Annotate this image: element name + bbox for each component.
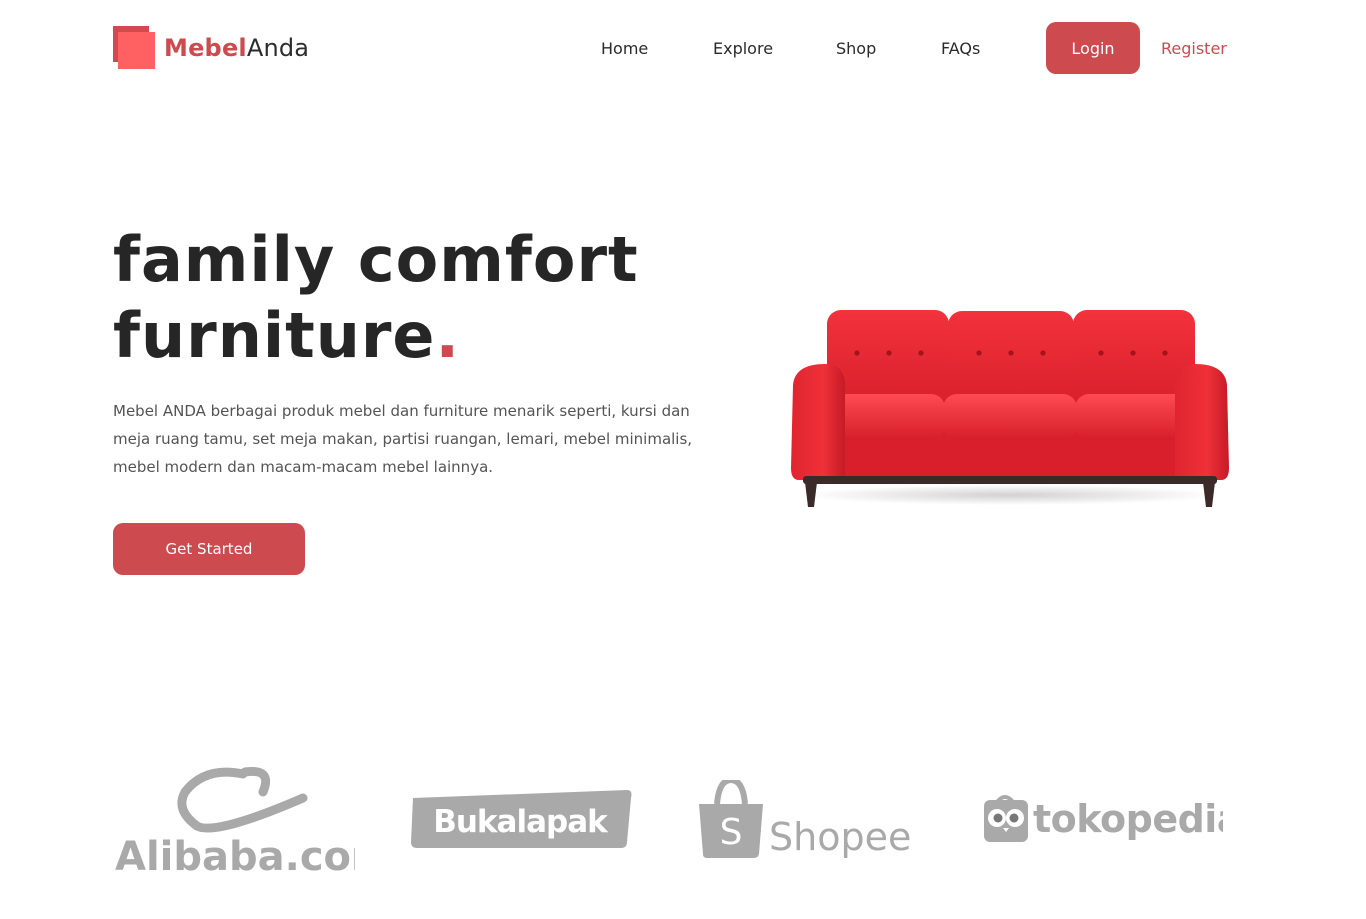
hero-title: family comfort furniture.: [113, 222, 639, 374]
hero-description: Mebel ANDA berbagai produk mebel dan fur…: [113, 402, 693, 476]
site-header: MebelAnda Home Explore Shop FAQs Login R…: [0, 0, 1366, 100]
logo-text-bold: Mebel: [164, 34, 247, 62]
bukalapak-logo-text: Bukalapak: [433, 804, 609, 840]
shopee-logo[interactable]: S Shopee: [697, 780, 927, 864]
hero-title-line1: family comfort: [113, 223, 639, 296]
logo-text: MebelAnda: [164, 34, 309, 62]
hero-title-dot: .: [435, 299, 461, 372]
svg-text:S: S: [720, 812, 743, 853]
nav-explore[interactable]: Explore: [713, 39, 773, 58]
logo-mark-icon: [113, 26, 157, 70]
shopee-logo-text: Shopee: [769, 815, 911, 859]
tokopedia-logo[interactable]: tokopedia: [983, 792, 1223, 846]
get-started-button[interactable]: Get Started: [113, 523, 305, 575]
logo-text-regular: Anda: [246, 34, 310, 62]
tokopedia-logo-text: tokopedia: [1033, 797, 1223, 841]
nav-home[interactable]: Home: [601, 39, 648, 58]
nav-faqs[interactable]: FAQs: [941, 39, 980, 58]
login-button[interactable]: Login: [1046, 22, 1140, 74]
alibaba-logo[interactable]: Alibaba.com: [113, 762, 355, 878]
bukalapak-logo[interactable]: Bukalapak: [407, 788, 633, 852]
red-sofa-image: [785, 300, 1235, 515]
nav-shop[interactable]: Shop: [836, 39, 876, 58]
register-link[interactable]: Register: [1161, 39, 1227, 58]
logo[interactable]: MebelAnda: [113, 26, 309, 70]
alibaba-logo-text: Alibaba.com: [115, 834, 355, 878]
hero-title-line2: furniture: [113, 299, 436, 372]
